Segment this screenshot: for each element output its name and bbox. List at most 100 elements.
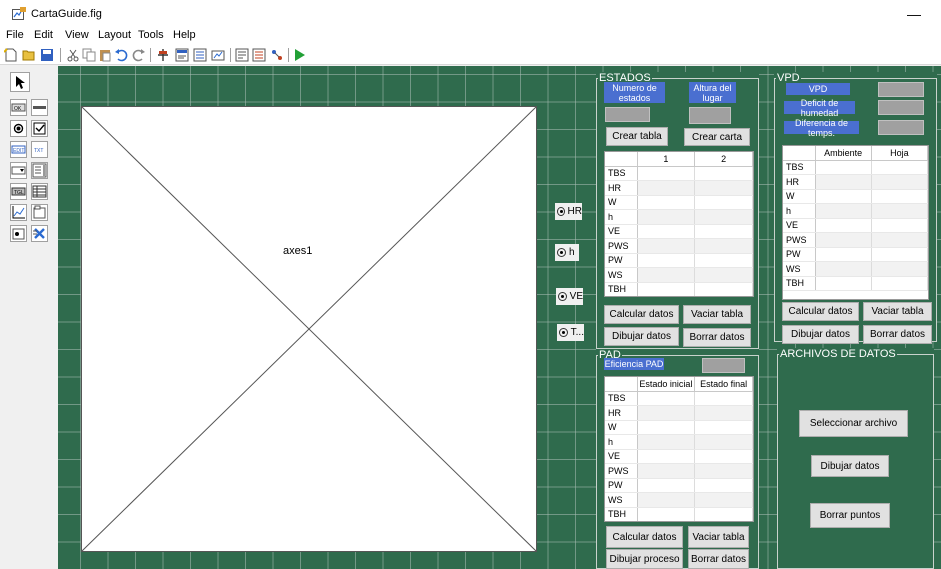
pad-borrar-datos-button[interactable]: Borrar datos <box>688 549 749 569</box>
vpd-borrar-datos-button[interactable]: Borrar datos <box>863 325 932 344</box>
table-cell[interactable] <box>637 238 696 254</box>
radio-ve[interactable]: VE <box>556 288 583 305</box>
new-file-icon[interactable] <box>4 48 18 62</box>
table-cell[interactable] <box>637 420 696 435</box>
table-cell[interactable] <box>815 247 872 262</box>
minimize-button[interactable]: — <box>907 6 921 22</box>
tab-order-editor-icon[interactable] <box>193 48 207 62</box>
numero-estados-input[interactable] <box>605 107 650 122</box>
static-text-tool-button[interactable]: TXT <box>31 141 48 158</box>
select-tool-button[interactable] <box>10 72 30 92</box>
crear-tabla-button[interactable]: Crear tabla <box>606 127 668 146</box>
table-cell[interactable] <box>694 391 753 406</box>
table-cell[interactable] <box>694 209 753 225</box>
table-cell[interactable] <box>694 224 753 239</box>
table-cell[interactable] <box>694 434 753 450</box>
cut-icon[interactable] <box>66 48 80 62</box>
run-figure-icon[interactable] <box>292 48 306 62</box>
table-cell[interactable] <box>637 209 696 225</box>
diferencia-temps-input[interactable] <box>878 120 924 135</box>
table-cell[interactable] <box>637 166 696 181</box>
editor-icon[interactable] <box>235 48 249 62</box>
button-group-tool-button[interactable] <box>10 225 27 242</box>
table-cell[interactable] <box>694 180 753 196</box>
redo-icon[interactable] <box>132 48 146 62</box>
table-cell[interactable] <box>637 282 696 296</box>
pad-table[interactable]: Estado inicial Estado final TBS HR Wh VE PWS PW… <box>604 376 754 522</box>
open-folder-icon[interactable] <box>22 48 36 62</box>
archivos-dibujar-datos-button[interactable]: Dibujar datos <box>811 455 889 477</box>
menu-editor-icon[interactable] <box>175 48 189 62</box>
table-cell[interactable] <box>815 232 872 248</box>
menu-file[interactable]: File <box>6 29 24 41</box>
table-cell[interactable] <box>637 449 696 464</box>
undo-icon[interactable] <box>114 48 128 62</box>
table-cell[interactable] <box>871 276 928 291</box>
vpd-calcular-datos-button[interactable]: Calcular datos <box>782 302 859 321</box>
radiobutton-tool-button[interactable] <box>10 120 27 137</box>
activex-tool-button[interactable] <box>31 225 48 242</box>
design-canvas[interactable]: axes1 HR h VE T... ESTADOS Numero de est… <box>58 66 941 569</box>
axes-tool-button[interactable] <box>10 204 27 221</box>
copy-icon[interactable] <box>82 48 96 62</box>
radio-t[interactable]: T... <box>557 324 584 341</box>
table-cell[interactable] <box>637 180 696 196</box>
table-cell[interactable] <box>694 238 753 254</box>
object-browser-icon[interactable] <box>270 48 284 62</box>
table-cell[interactable] <box>694 195 753 210</box>
table-cell[interactable] <box>815 160 872 175</box>
table-cell[interactable] <box>871 232 928 248</box>
property-inspector-icon[interactable] <box>252 48 266 62</box>
table-cell[interactable] <box>637 224 696 239</box>
table-cell[interactable] <box>815 174 872 190</box>
vaciar-tabla-button[interactable]: Vaciar tabla <box>683 305 751 324</box>
altura-lugar-input[interactable] <box>689 107 731 124</box>
edit-text-tool-button[interactable]: EDIT <box>10 141 27 158</box>
pad-calcular-datos-button[interactable]: Calcular datos <box>606 526 683 548</box>
vpd-dibujar-datos-button[interactable]: Dibujar datos <box>782 325 859 344</box>
table-cell[interactable] <box>815 203 872 219</box>
table-cell[interactable] <box>637 267 696 283</box>
toggle-button-tool-button[interactable]: TGL <box>10 183 27 200</box>
table-cell[interactable] <box>815 189 872 204</box>
toolbar-editor-icon[interactable] <box>211 48 225 62</box>
table-cell[interactable] <box>871 203 928 219</box>
table-cell[interactable] <box>637 195 696 210</box>
vpd-table[interactable]: Ambiente Hoja TBS HR Wh VE PWS PW WS TBH <box>782 145 929 300</box>
align-objects-icon[interactable] <box>156 48 170 62</box>
radio-hr[interactable]: HR <box>555 203 582 220</box>
table-cell[interactable] <box>694 449 753 464</box>
radio-h[interactable]: h <box>555 244 579 261</box>
table-tool-button[interactable] <box>31 183 48 200</box>
table-cell[interactable] <box>871 174 928 190</box>
table-cell[interactable] <box>694 253 753 268</box>
table-cell[interactable] <box>815 261 872 277</box>
table-cell[interactable] <box>694 166 753 181</box>
table-cell[interactable] <box>637 463 696 479</box>
table-cell[interactable] <box>637 405 696 421</box>
eficiencia-pad-input[interactable] <box>702 358 745 373</box>
borrar-datos-button[interactable]: Borrar datos <box>683 328 751 347</box>
deficit-humedad-input[interactable] <box>878 100 924 115</box>
vpd-input[interactable] <box>878 82 924 97</box>
table-cell[interactable] <box>871 160 928 175</box>
table-cell[interactable] <box>694 507 753 521</box>
table-cell[interactable] <box>815 276 872 291</box>
table-cell[interactable] <box>694 463 753 479</box>
dibujar-datos-button[interactable]: Dibujar datos <box>604 327 679 346</box>
popup-menu-tool-button[interactable] <box>10 162 27 179</box>
seleccionar-archivo-button[interactable]: Seleccionar archivo <box>799 410 908 437</box>
menu-layout[interactable]: Layout <box>98 29 131 41</box>
vpd-vaciar-tabla-button[interactable]: Vaciar tabla <box>863 302 932 321</box>
paste-icon[interactable] <box>98 48 112 62</box>
menu-help[interactable]: Help <box>173 29 196 41</box>
table-cell[interactable] <box>871 189 928 204</box>
save-icon[interactable] <box>40 48 54 62</box>
table-cell[interactable] <box>871 247 928 262</box>
menu-tools[interactable]: Tools <box>138 29 164 41</box>
table-cell[interactable] <box>694 492 753 508</box>
listbox-tool-button[interactable] <box>31 162 48 179</box>
table-cell[interactable] <box>694 405 753 421</box>
table-cell[interactable] <box>637 478 696 493</box>
table-cell[interactable] <box>694 267 753 283</box>
